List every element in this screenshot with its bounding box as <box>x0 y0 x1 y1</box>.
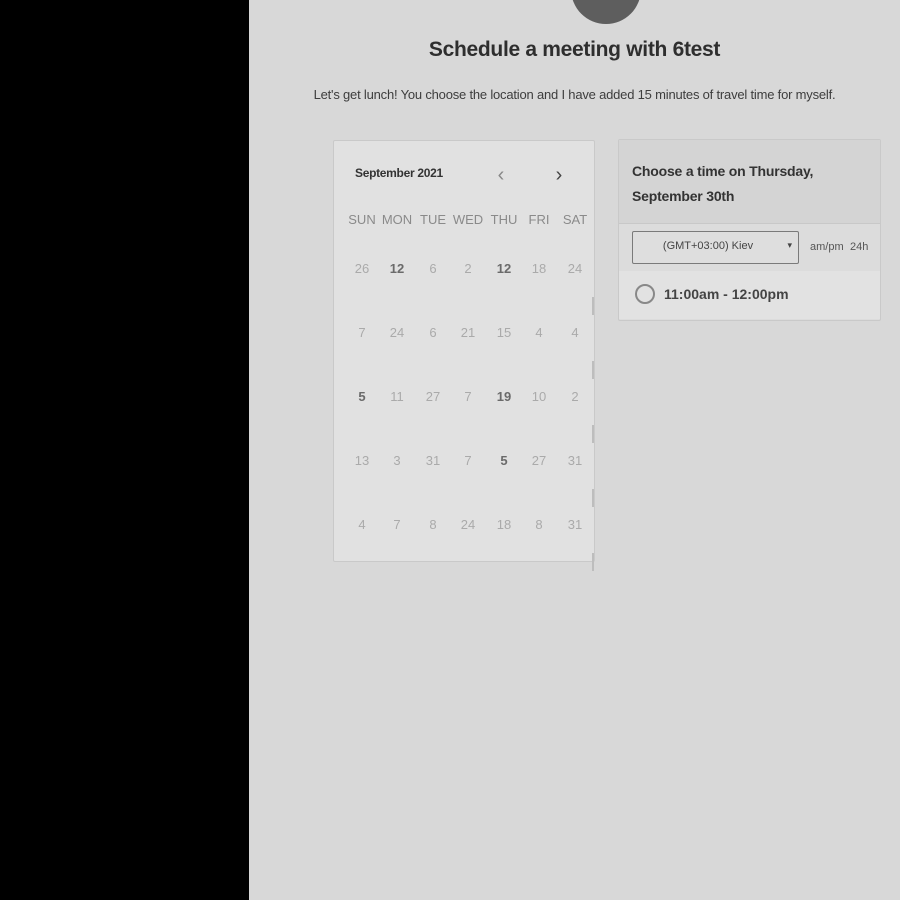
calendar-day: 4 <box>358 517 366 532</box>
calendar-day: 7 <box>464 389 472 404</box>
calendar-day: 31 <box>567 517 583 532</box>
calendar-day: 27 <box>425 389 441 404</box>
calendar-day: 7 <box>358 325 366 340</box>
calendar-row-divider <box>592 553 594 571</box>
calendar-day-available[interactable]: 5 <box>486 453 522 468</box>
calendar-day: 7 <box>464 453 472 468</box>
caret-down-icon: ▾ <box>787 240 792 250</box>
host-avatar <box>571 0 641 24</box>
prev-month-button[interactable]: ‹ <box>492 164 510 186</box>
chevron-left-icon: ‹ <box>497 164 505 186</box>
calendar-day: 3 <box>393 453 401 468</box>
left-black-region <box>0 0 249 900</box>
calendar-day: 7 <box>393 517 401 532</box>
calendar-day: 8 <box>429 517 437 532</box>
time-selection-card: Choose a time on Thursday, September 30t… <box>618 139 881 321</box>
calendar-day: 6 <box>429 325 437 340</box>
calendar-day-available[interactable]: 19 <box>486 389 522 404</box>
format-24h-toggle[interactable]: 24h <box>850 241 868 253</box>
calendar-row-divider <box>592 361 594 379</box>
calendar-day: 4 <box>535 325 543 340</box>
weekday-label: WED <box>452 212 484 227</box>
time-slot-label: 11:00am - 12:00pm <box>664 286 789 302</box>
page-title: Schedule a meeting with 6test <box>428 38 721 61</box>
timezone-select[interactable]: (GMT+03:00) Kiev ▾ <box>632 231 799 264</box>
radio-circle-icon[interactable] <box>635 284 655 304</box>
calendar-day: 2 <box>571 389 579 404</box>
calendar-day-available[interactable]: 12 <box>379 261 415 276</box>
time-panel-header: Choose a time on Thursday, September 30t… <box>619 140 880 224</box>
time-slot[interactable]: 11:00am - 12:00pm <box>619 271 880 319</box>
weekday-label: SUN <box>348 212 376 227</box>
calendar-day: 31 <box>567 453 583 468</box>
next-month-button[interactable]: › <box>550 164 568 186</box>
calendar-day: 24 <box>567 261 583 276</box>
weekday-label: MON <box>381 212 413 227</box>
timezone-value: (GMT+03:00) Kiev <box>662 240 754 252</box>
weekday-label: SAT <box>562 212 588 227</box>
calendar-day: 10 <box>531 389 547 404</box>
calendar-day: 2 <box>464 261 472 276</box>
weekday-label: FRI <box>528 212 550 227</box>
calendar-day: 31 <box>425 453 441 468</box>
calendar-day: 6 <box>429 261 437 276</box>
calendar-day: 24 <box>460 517 476 532</box>
calendar-day: 26 <box>354 261 370 276</box>
calendar-day: 21 <box>460 325 476 340</box>
calendar-month-label: September 2021 <box>355 166 443 180</box>
page-subtitle: Let's get lunch! You choose the location… <box>313 87 836 102</box>
calendar-day: 15 <box>496 325 512 340</box>
calendar-day-available[interactable]: 5 <box>344 389 380 404</box>
weekday-label: TUE <box>420 212 446 227</box>
scheduling-page: Schedule a meeting with 6test Let's get … <box>249 0 900 900</box>
calendar-day: 8 <box>535 517 543 532</box>
calendar-day: 27 <box>531 453 547 468</box>
time-panel-heading: Choose a time on Thursday, September 30t… <box>632 163 814 204</box>
calendar-row-divider <box>592 297 594 315</box>
calendar-day: 18 <box>496 517 512 532</box>
calendar-day: 24 <box>389 325 405 340</box>
calendar-day-available[interactable]: 12 <box>486 261 522 276</box>
calendar-day: 13 <box>354 453 370 468</box>
chevron-right-icon: › <box>555 164 563 186</box>
calendar-row-divider <box>592 425 594 443</box>
calendar-day: 11 <box>390 389 404 404</box>
calendar-row-divider <box>592 489 594 507</box>
calendar-card: September 2021 ‹ › SUN MON TUE WED THU FRI SAT… <box>333 140 595 571</box>
weekday-label: THU <box>490 212 518 227</box>
calendar-day: 4 <box>571 325 579 340</box>
format-ampm-toggle[interactable]: am/pm <box>810 241 844 253</box>
calendar-day: 18 <box>531 261 547 276</box>
